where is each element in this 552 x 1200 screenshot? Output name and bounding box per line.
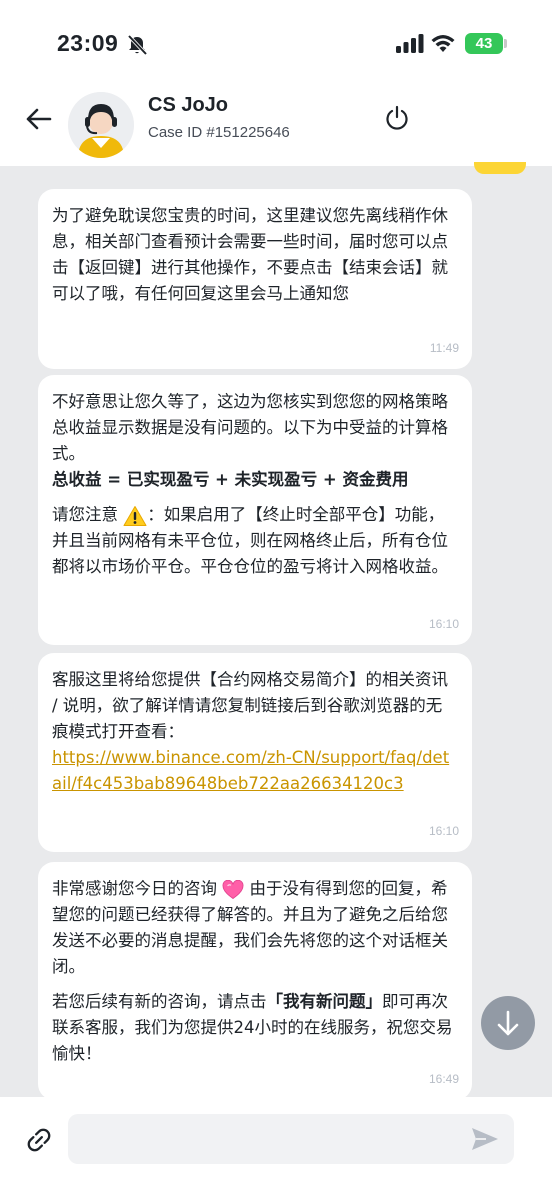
warning-icon bbox=[123, 505, 147, 526]
signal-icon bbox=[396, 34, 424, 53]
message-text: 非常感谢您今日的咨询 bbox=[52, 879, 217, 898]
battery-tip bbox=[504, 39, 507, 48]
agent-avatar bbox=[68, 92, 134, 158]
message-text: 为了避免耽误您宝贵的时间，这里建议您先离线稍作休息，相关部门查看预计会需要一些时… bbox=[52, 206, 448, 303]
arrow-down-icon bbox=[497, 1010, 519, 1036]
agent-avatar-icon bbox=[68, 92, 134, 158]
message-text: 若您后续有新的咨询，请点击 bbox=[52, 992, 267, 1011]
formula-text: 总收益 = 已实现盈亏 + 未实现盈亏 + 资金费用 bbox=[52, 470, 409, 489]
message-time: 16:49 bbox=[428, 1072, 459, 1086]
message-time: 16:10 bbox=[428, 617, 459, 631]
back-arrow-icon[interactable] bbox=[22, 102, 56, 136]
previous-user-message-edge bbox=[474, 162, 526, 174]
agent-message: 客服这里将给您提供【合约网格交易简介】的相关资讯 / 说明，欲了解详情请您复制链… bbox=[38, 653, 472, 852]
chat-header: CS JoJo Case ID #151225646 bbox=[0, 80, 552, 166]
agent-name: CS JoJo bbox=[148, 94, 229, 116]
battery-charging-icon: 43 bbox=[465, 33, 503, 54]
new-question-label: 「我有新问题」 bbox=[266, 992, 383, 1011]
bell-muted-icon bbox=[127, 34, 148, 56]
message-time: 11:49 bbox=[429, 341, 459, 355]
agent-message: 为了避免耽误您宝贵的时间，这里建议您先离线稍作休息，相关部门查看预计会需要一些时… bbox=[38, 189, 472, 369]
message-input-bar bbox=[0, 1097, 552, 1200]
message-text: 不好意思让您久等了，这边为您核实到您您的网格策略总收益显示数据是没有问题的。以下… bbox=[52, 392, 448, 463]
scroll-to-bottom-button[interactable] bbox=[481, 996, 535, 1050]
sparkling-heart-icon bbox=[222, 879, 244, 899]
battery-level: 43 bbox=[475, 35, 493, 52]
agent-message: 非常感谢您今日的咨询 由于没有得到您的回复，希望您的问题已经获得了解答的。并且为… bbox=[38, 862, 472, 1100]
agent-message: 不好意思让您久等了，这边为您核实到您您的网格策略总收益显示数据是没有问题的。以下… bbox=[38, 375, 472, 645]
wifi-icon bbox=[431, 35, 455, 52]
status-bar: 23:09 43 bbox=[0, 0, 552, 80]
message-text: 请您注意 bbox=[52, 505, 118, 524]
message-text: 客服这里将给您提供【合约网格交易简介】的相关资讯 / 说明，欲了解详情请您复制链… bbox=[52, 670, 448, 741]
case-id: Case ID #151225646 bbox=[148, 124, 290, 141]
link-attach-icon[interactable] bbox=[24, 1125, 54, 1155]
message-input[interactable] bbox=[68, 1114, 514, 1164]
power-icon[interactable] bbox=[383, 104, 411, 132]
message-time: 16:10 bbox=[428, 824, 459, 838]
faq-link[interactable]: https://www.binance.com/zh-CN/support/fa… bbox=[52, 748, 449, 793]
status-time: 23:09 bbox=[57, 30, 119, 56]
send-icon[interactable] bbox=[470, 1126, 500, 1152]
